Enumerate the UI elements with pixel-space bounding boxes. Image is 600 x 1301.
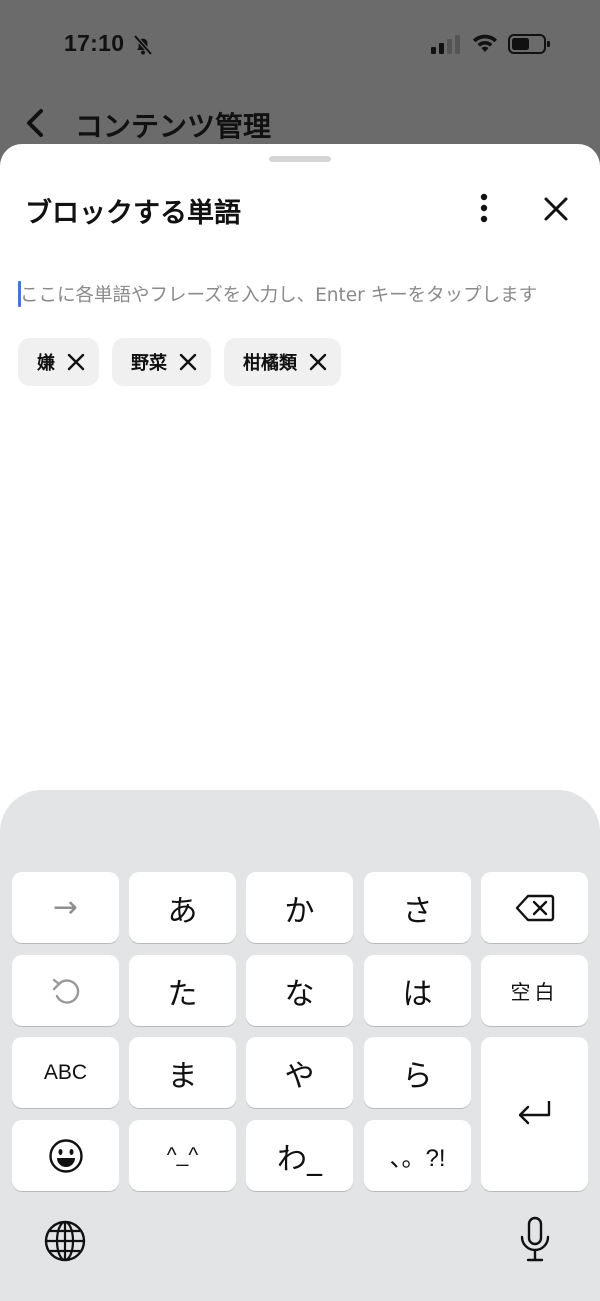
background-navigation-bar: コンテンツ管理 (0, 95, 600, 151)
key-ra[interactable]: ら (364, 1037, 471, 1108)
key-punctuation[interactable]: 、。?! (364, 1120, 471, 1191)
cellular-signal-icon (431, 35, 460, 54)
key-abc[interactable]: ABC (12, 1037, 119, 1108)
key-wa[interactable]: わ_ (246, 1120, 353, 1191)
status-time: 17:10 (64, 30, 125, 56)
undo-icon (52, 978, 79, 1004)
background-page-title: コンテンツ管理 (75, 110, 272, 143)
close-icon[interactable] (541, 194, 571, 224)
chevron-left-icon (27, 109, 43, 137)
microphone-icon[interactable] (518, 1215, 552, 1265)
key-return[interactable] (481, 1037, 588, 1191)
remove-icon[interactable] (65, 351, 87, 373)
word-input-container (16, 278, 588, 312)
key-emoji[interactable] (12, 1120, 119, 1191)
key-sa[interactable]: さ (364, 872, 471, 943)
bell-slash-icon (133, 34, 153, 56)
sheet-title: ブロックする単語 (25, 198, 241, 229)
return-icon (518, 1101, 550, 1125)
globe-icon[interactable] (43, 1219, 87, 1263)
blocked-word-input[interactable] (16, 278, 588, 312)
blocked-word-chip[interactable]: 野菜 (112, 338, 211, 386)
status-bar: 17:10 (0, 0, 600, 90)
vertical-ellipsis-icon[interactable] (472, 192, 496, 224)
chip-label: 野菜 (131, 353, 167, 374)
chip-label: 嫌 (37, 353, 55, 374)
text-caret (18, 281, 21, 307)
remove-icon[interactable] (177, 351, 199, 373)
blocked-words-list: 嫌 野菜 柑橘類 (18, 338, 341, 386)
key-na[interactable]: な (246, 955, 353, 1026)
key-ma[interactable]: ま (129, 1037, 236, 1108)
sheet-grabber[interactable] (269, 156, 331, 162)
key-space[interactable]: 空白 (481, 955, 588, 1026)
key-delete[interactable] (481, 872, 588, 943)
key-ha[interactable]: は (364, 955, 471, 1026)
emoji-icon (48, 1138, 83, 1173)
delete-icon (515, 894, 554, 921)
key-ya[interactable]: や (246, 1037, 353, 1108)
key-kaomoji[interactable]: ^_^ (129, 1120, 236, 1191)
key-ka[interactable]: か (246, 872, 353, 943)
blocked-word-chip[interactable]: 嫌 (18, 338, 99, 386)
chip-label: 柑橘類 (243, 353, 297, 374)
japanese-kana-keyboard: → あ か さ た な は 空白 ABC ま や ら ^_^ わ_ 、。?! (0, 790, 600, 1301)
key-undo[interactable] (12, 955, 119, 1026)
key-a[interactable]: あ (129, 872, 236, 943)
key-ta[interactable]: た (129, 955, 236, 1026)
key-next[interactable]: → (12, 872, 119, 943)
wifi-icon (473, 34, 497, 52)
remove-icon[interactable] (307, 351, 329, 373)
battery-icon (508, 34, 550, 54)
blocked-word-chip[interactable]: 柑橘類 (224, 338, 341, 386)
